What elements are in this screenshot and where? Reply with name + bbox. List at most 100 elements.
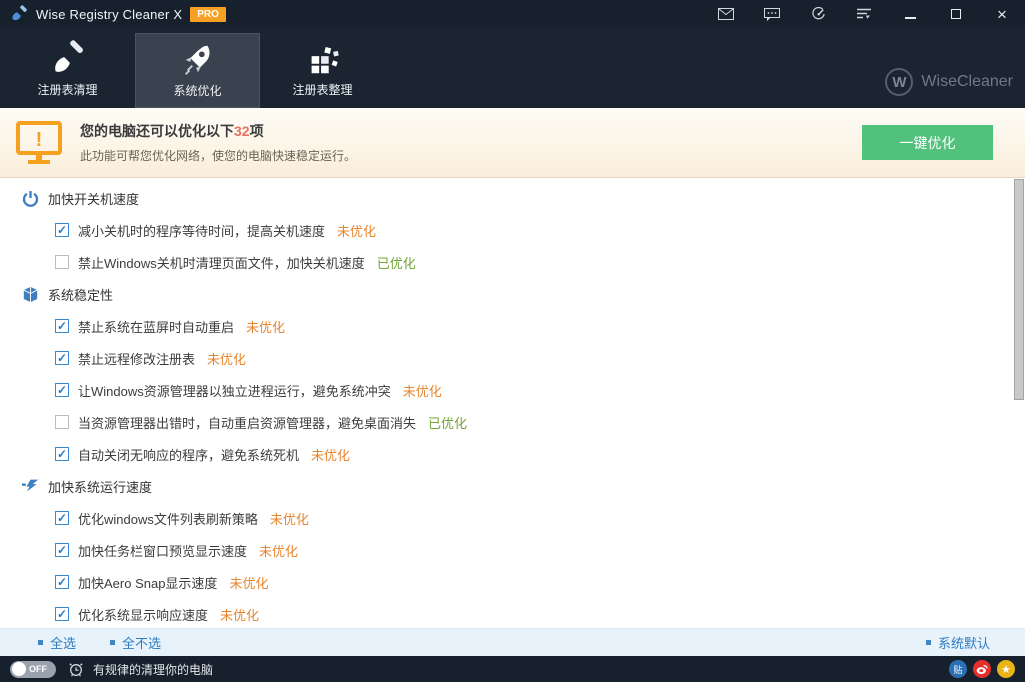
svg-text:!: ! bbox=[36, 129, 43, 151]
tab-system-tuneup[interactable]: 系统优化 bbox=[135, 33, 260, 108]
alarm-clock-icon bbox=[68, 661, 84, 677]
power-icon bbox=[22, 190, 39, 207]
status-badge: 未优化 bbox=[229, 573, 268, 592]
item-checkbox[interactable]: ✓ bbox=[55, 447, 69, 461]
bullet-icon bbox=[926, 640, 931, 645]
item-checkbox[interactable]: ✓ bbox=[55, 607, 69, 621]
selection-bar: 全选 全不选 系统默认 bbox=[0, 628, 1025, 656]
statusbar: OFF 有规律的清理你的电脑 贴 ★ bbox=[0, 656, 1025, 682]
list-item: ✓ 减小关机时的程序等待时间，提高关机速度 未优化 bbox=[0, 214, 1025, 246]
menu-list-icon[interactable] bbox=[841, 0, 887, 28]
bullet-icon bbox=[38, 640, 43, 645]
mail-icon[interactable] bbox=[703, 0, 749, 28]
item-label: 优化windows文件列表刷新策略 bbox=[78, 509, 258, 528]
list-item: ✓ 优化windows文件列表刷新策略 未优化 bbox=[0, 502, 1025, 534]
wisecleaner-logo-mark: W bbox=[885, 68, 913, 96]
item-checkbox[interactable]: ✓ bbox=[55, 351, 69, 365]
item-checkbox[interactable]: ✓ bbox=[55, 543, 69, 557]
optimizable-count: 32 bbox=[234, 123, 250, 139]
list-item: ✓ 优化系统显示响应速度 未优化 bbox=[0, 598, 1025, 628]
select-all-link[interactable]: 全选 bbox=[38, 633, 76, 652]
section-header: 加快开关机速度 bbox=[0, 182, 1025, 214]
item-label: 禁止远程修改注册表 bbox=[78, 349, 195, 368]
list-item: 禁止Windows关机时清理页面文件，加快关机速度 已优化 bbox=[0, 246, 1025, 278]
maximize-button[interactable] bbox=[933, 0, 979, 28]
item-label: 自动关闭无响应的程序，避免系统死机 bbox=[78, 445, 299, 464]
wisecleaner-logo: W WiseCleaner bbox=[885, 68, 1013, 96]
list-item: ✓ 加快Aero Snap显示速度 未优化 bbox=[0, 566, 1025, 598]
tab-registry-defrag[interactable]: 注册表整理 bbox=[260, 33, 385, 108]
brush-icon bbox=[49, 39, 87, 79]
app-logo-icon bbox=[10, 5, 28, 23]
list-item: ✓ 让Windows资源管理器以独立进程运行，避免系统冲突 未优化 bbox=[0, 374, 1025, 406]
section-title: 系统稳定性 bbox=[48, 285, 113, 304]
bullet-icon bbox=[110, 640, 115, 645]
item-checkbox[interactable]: ✓ bbox=[55, 223, 69, 237]
status-badge: 已优化 bbox=[428, 413, 467, 432]
scrollbar-thumb[interactable] bbox=[1014, 179, 1024, 400]
status-badge: 未优化 bbox=[337, 221, 376, 240]
status-badge: 未优化 bbox=[270, 509, 309, 528]
rocket-icon bbox=[179, 40, 217, 80]
tieba-icon[interactable]: 贴 bbox=[949, 660, 967, 678]
notice-subtitle: 此功能可帮您优化网络，使您的电脑快速稳定运行。 bbox=[80, 147, 862, 164]
notice-texts: 您的电脑还可以优化以下32项 此功能可帮您优化网络，使您的电脑快速稳定运行。 bbox=[80, 121, 862, 164]
flash-icon bbox=[22, 478, 39, 495]
minimize-button[interactable] bbox=[887, 0, 933, 28]
item-label: 让Windows资源管理器以独立进程运行，避免系统冲突 bbox=[78, 381, 391, 400]
tab-registry-clean[interactable]: 注册表清理 bbox=[5, 33, 130, 108]
select-none-link[interactable]: 全不选 bbox=[110, 633, 161, 652]
tabbar: 注册表清理 系统优化 注册表整理 W WiseCleaner bbox=[0, 28, 1025, 108]
list-item: ✓ 自动关闭无响应的程序，避免系统死机 未优化 bbox=[0, 438, 1025, 470]
app-title: Wise Registry Cleaner X bbox=[36, 7, 182, 22]
item-checkbox[interactable]: ✓ bbox=[55, 511, 69, 525]
item-checkbox[interactable]: ✓ bbox=[55, 319, 69, 333]
pro-badge: PRO bbox=[190, 7, 226, 22]
tab-label: 系统优化 bbox=[173, 82, 221, 99]
close-button[interactable]: × bbox=[979, 0, 1025, 28]
qzone-star-icon[interactable]: ★ bbox=[997, 660, 1015, 678]
item-label: 禁止系统在蓝屏时自动重启 bbox=[78, 317, 234, 336]
schedule-toggle[interactable]: OFF bbox=[10, 661, 56, 678]
social-links: 贴 ★ bbox=[943, 660, 1015, 678]
status-badge: 未优化 bbox=[246, 317, 285, 336]
section-title: 加快系统运行速度 bbox=[48, 477, 152, 496]
wisecleaner-logo-text: WiseCleaner bbox=[921, 73, 1013, 91]
toggle-state-label: OFF bbox=[29, 664, 47, 674]
section-header: 系统稳定性 bbox=[0, 278, 1025, 310]
weibo-icon[interactable] bbox=[973, 660, 991, 678]
list-item: ✓ 禁止系统在蓝屏时自动重启 未优化 bbox=[0, 310, 1025, 342]
cube-icon bbox=[22, 286, 39, 303]
blocks-icon bbox=[304, 39, 342, 79]
item-label: 加快Aero Snap显示速度 bbox=[78, 573, 217, 592]
section-header: 加快系统运行速度 bbox=[0, 470, 1025, 502]
status-badge: 未优化 bbox=[220, 605, 259, 624]
app-window: Wise Registry Cleaner X PRO × bbox=[0, 0, 1025, 682]
item-label: 当资源管理器出错时，自动重启资源管理器，避免桌面消失 bbox=[78, 413, 416, 432]
optimization-list: 加快开关机速度 ✓ 减小关机时的程序等待时间，提高关机速度 未优化 禁止Wind… bbox=[0, 178, 1025, 628]
tab-label: 注册表清理 bbox=[37, 81, 97, 98]
list-item: ✓ 禁止远程修改注册表 未优化 bbox=[0, 342, 1025, 374]
titlebar-actions: × bbox=[703, 0, 1025, 28]
item-label: 优化系统显示响应速度 bbox=[78, 605, 208, 624]
feedback-icon[interactable] bbox=[749, 0, 795, 28]
status-badge: 未优化 bbox=[259, 541, 298, 560]
schedule-text: 有规律的清理你的电脑 bbox=[93, 661, 213, 678]
notice-title: 您的电脑还可以优化以下32项 bbox=[80, 121, 862, 141]
section-title: 加快开关机速度 bbox=[48, 189, 139, 208]
item-label: 加快任务栏窗口预览显示速度 bbox=[78, 541, 247, 560]
item-checkbox[interactable]: ✓ bbox=[55, 575, 69, 589]
notice-bar: ! 您的电脑还可以优化以下32项 此功能可帮您优化网络，使您的电脑快速稳定运行。… bbox=[0, 108, 1025, 178]
tab-label: 注册表整理 bbox=[292, 81, 352, 98]
monitor-warning-icon: ! bbox=[16, 121, 62, 165]
system-default-link[interactable]: 系统默认 bbox=[926, 633, 990, 652]
titlebar: Wise Registry Cleaner X PRO × bbox=[0, 0, 1025, 28]
one-click-optimize-button[interactable]: 一键优化 bbox=[862, 125, 993, 160]
item-checkbox[interactable] bbox=[55, 255, 69, 269]
item-checkbox[interactable] bbox=[55, 415, 69, 429]
toggle-knob bbox=[12, 662, 26, 676]
list-item: 当资源管理器出错时，自动重启资源管理器，避免桌面消失 已优化 bbox=[0, 406, 1025, 438]
item-checkbox[interactable]: ✓ bbox=[55, 383, 69, 397]
status-badge: 已优化 bbox=[377, 253, 416, 272]
support-wrench-icon[interactable] bbox=[795, 0, 841, 28]
